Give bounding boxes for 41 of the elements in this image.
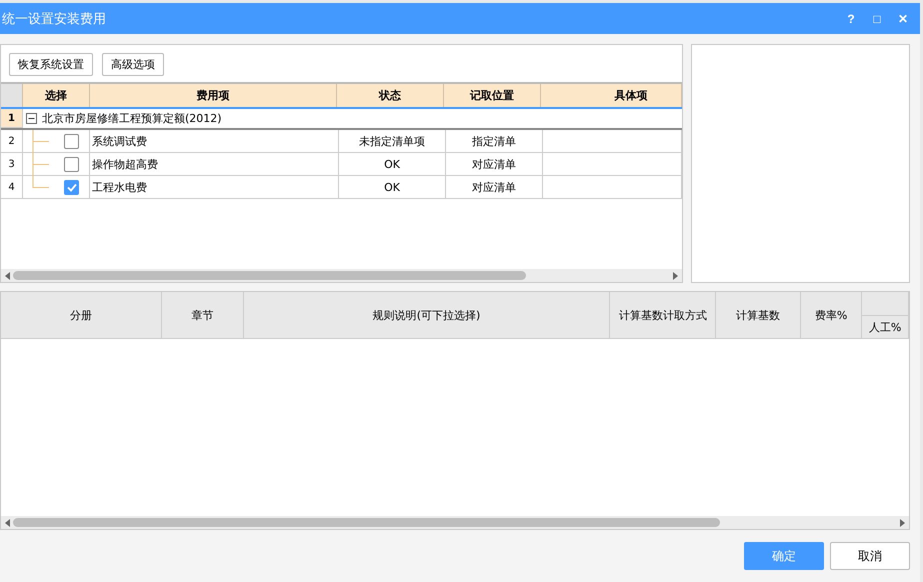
column-header[interactable]: 人工%: [862, 316, 908, 338]
table-cell: 操作物超高费: [90, 153, 339, 176]
table-cell: 指定清单: [446, 130, 543, 153]
table-cell: 未指定清单项: [339, 130, 446, 153]
checkbox[interactable]: [64, 134, 79, 148]
column-header[interactable]: 规则说明(可下拉选择): [244, 292, 610, 338]
scroll-left-icon[interactable]: [5, 272, 10, 280]
group-label: 北京市房屋修缮工程预算定额(2012): [42, 111, 222, 126]
row-number: 1: [1, 109, 23, 128]
scroll-right-icon[interactable]: [900, 518, 905, 526]
table-cell: 系统调试费: [90, 130, 339, 153]
column-header[interactable]: 章节: [162, 292, 244, 338]
toolbar-button[interactable]: 高级选项: [102, 53, 164, 76]
column-header[interactable]: 计算基数计取方式: [610, 292, 716, 338]
checkbox[interactable]: [64, 156, 79, 172]
column-header[interactable]: 分册: [1, 292, 162, 338]
scroll-left-icon[interactable]: [5, 518, 10, 526]
row-number: 4: [1, 176, 23, 199]
table-cell: 对应清单: [446, 153, 543, 176]
table-cell: 工程水电费: [90, 176, 339, 199]
column-header[interactable]: 费用项: [90, 84, 337, 107]
corner-cell: [1, 84, 23, 107]
checkbox[interactable]: [64, 180, 79, 194]
table-cell: 对应清单: [446, 176, 543, 199]
column-header[interactable]: 费率%: [801, 292, 862, 338]
cancel-button[interactable]: 取消: [830, 542, 910, 570]
scroll-right-icon[interactable]: [673, 272, 678, 280]
window-title: 统一设置安装费用: [2, 10, 106, 28]
table-cell: OK: [339, 176, 446, 199]
tree-line: [32, 130, 50, 153]
group-row[interactable]: 1 北京市房屋修缮工程预算定额(2012): [1, 107, 682, 130]
column-header[interactable]: 计算基数: [716, 292, 802, 338]
column-header[interactable]: 具体项: [541, 84, 682, 107]
table-cell: OK: [339, 153, 446, 176]
column-header[interactable]: 选择: [23, 84, 90, 107]
collapse-toggle-icon[interactable]: [26, 113, 37, 124]
column-header[interactable]: 记取位置: [444, 84, 541, 107]
row-number: 2: [1, 130, 23, 153]
toolbar-button[interactable]: 恢复系统设置: [9, 53, 93, 76]
row-number: 3: [1, 153, 23, 176]
column-header[interactable]: 状态: [337, 84, 444, 107]
